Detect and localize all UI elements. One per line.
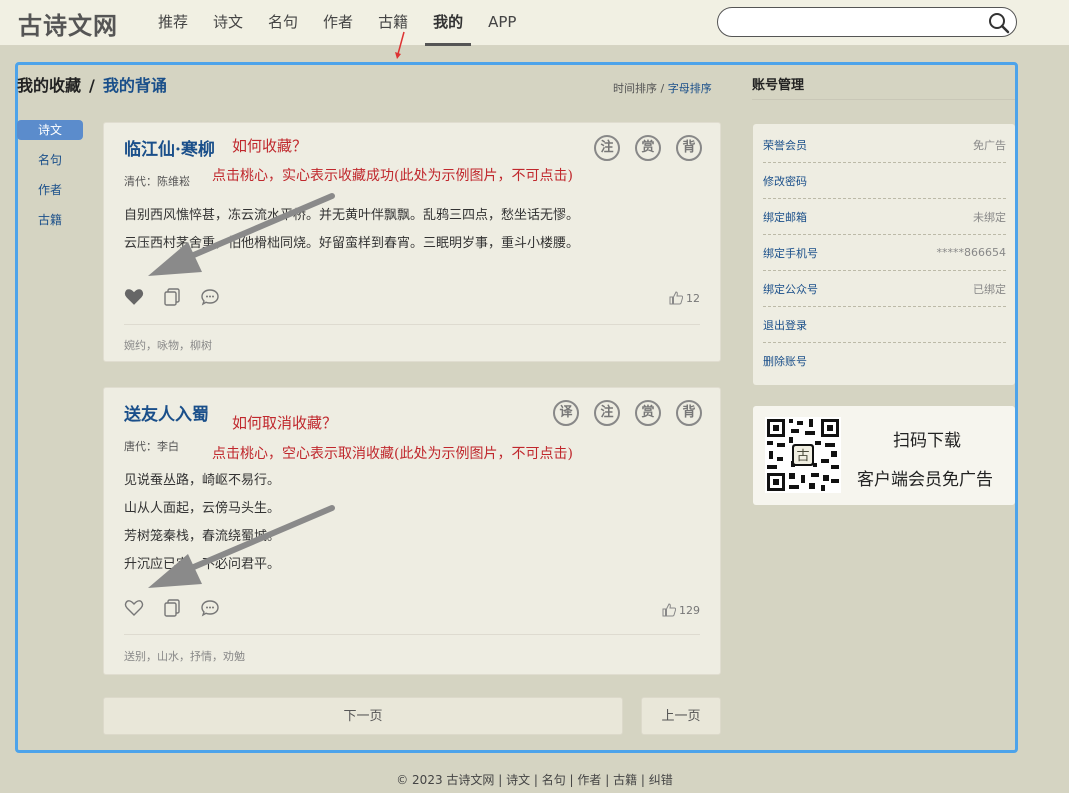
sort-by-time[interactable]: 时间排序 — [613, 82, 657, 95]
search-input[interactable] — [717, 7, 1017, 37]
annotation-badge[interactable]: 注 — [594, 135, 620, 161]
card-divider — [124, 634, 700, 635]
sort-options: 时间排序 / 字母排序 — [613, 80, 712, 96]
sort-separator: / — [660, 82, 665, 95]
appreciation-badge[interactable]: 赏 — [635, 135, 661, 161]
poem-title[interactable]: 送友人入蜀 — [124, 400, 209, 425]
prev-page-button[interactable]: 上一页 — [641, 697, 721, 735]
thumbs-up-icon — [669, 291, 683, 305]
poem-tags[interactable]: 婉约，咏物，柳树 — [124, 337, 212, 353]
poem-badges: 注 赏 背 — [579, 135, 702, 161]
qr-center-char: 古 — [796, 449, 809, 464]
card-divider — [124, 324, 700, 325]
account-row-label: 绑定公众号 — [763, 282, 818, 296]
search-icon[interactable] — [988, 12, 1010, 34]
account-row-delete-account[interactable]: 删除账号 — [763, 343, 1006, 379]
poem-line: 山从人面起，云傍马头生。 — [124, 501, 281, 516]
annotation-title: 如何取消收藏？ — [232, 414, 338, 432]
heart-outline-icon[interactable] — [124, 598, 144, 618]
comment-icon[interactable] — [200, 287, 220, 307]
poem-card: 临江仙·寒柳 如何收藏？ 清代：陈维崧 点击桃心，实心表示收藏成功(此处为示例图… — [103, 122, 721, 362]
red-pointer-mark — [395, 31, 405, 59]
annotation-badge[interactable]: 注 — [594, 400, 620, 426]
poem-line: 云压西村茅舍重，怕他榾柮同烧。好留蛮样到春宵。三眠明岁事，重斗小楼腰。 — [124, 236, 580, 251]
poem-title[interactable]: 临江仙·寒柳 — [124, 135, 215, 160]
poem-card: 送友人入蜀 如何取消收藏？ 唐代：李白 点击桃心，空心表示取消收藏(此处为示例图… — [103, 387, 721, 675]
recite-badge[interactable]: 背 — [676, 400, 702, 426]
account-panel: 荣誉会员 免广告 修改密码 绑定邮箱 未绑定 绑定手机号 *****866654… — [753, 124, 1015, 385]
nav-item-poems[interactable]: 诗文 — [205, 0, 251, 46]
poem-tools — [124, 287, 238, 307]
account-row-value: 已绑定 — [973, 282, 1006, 296]
breadcrumb-separator: / — [89, 76, 95, 95]
leftnav-item-quotes[interactable]: 名句 — [17, 150, 83, 170]
qr-member-label: 客户端会员免广告 — [857, 470, 993, 490]
main-nav: 推荐 诗文 名句 作者 古籍 我的 APP — [150, 0, 533, 46]
breadcrumb-link-recite[interactable]: 我的背诵 — [103, 76, 167, 95]
account-section-title: 账号管理 — [752, 78, 805, 93]
nav-item-authors[interactable]: 作者 — [315, 0, 361, 46]
account-row-change-password[interactable]: 修改密码 — [763, 163, 1006, 199]
next-page-button[interactable]: 下一页 — [103, 697, 623, 735]
page-footer: © 2023 古诗文网 | 诗文 | 名句 | 作者 | 古籍 | 纠错 — [396, 773, 673, 787]
like-count[interactable]: 129 — [662, 603, 700, 617]
account-row-logout[interactable]: 退出登录 — [763, 307, 1006, 343]
appreciation-badge[interactable]: 赏 — [635, 400, 661, 426]
account-row-value: 免广告 — [973, 138, 1006, 152]
poem-line: 自别西风憔悴甚，冻云流水平桥。并无黄叶伴飘飘。乱鸦三四点，愁坐话无憀。 — [124, 208, 580, 223]
account-title-divider — [752, 99, 1015, 100]
breadcrumb: 我的收藏 / 我的背诵 — [17, 72, 167, 96]
like-count-value: 129 — [679, 603, 700, 617]
account-row-label: 绑定手机号 — [763, 246, 818, 260]
account-row-label: 退出登录 — [763, 318, 807, 332]
account-row-honor-member[interactable]: 荣誉会员 免广告 — [763, 127, 1006, 163]
left-category-nav: 诗文 名句 作者 古籍 — [17, 120, 83, 240]
nav-item-recommend[interactable]: 推荐 — [150, 0, 196, 46]
thumbs-up-icon — [662, 603, 676, 617]
recite-badge[interactable]: 背 — [676, 135, 702, 161]
account-row-label: 删除账号 — [763, 355, 807, 368]
poem-badges: 译 注 赏 背 — [538, 400, 702, 426]
annotation-title: 如何收藏？ — [232, 137, 308, 155]
leftnav-item-poems[interactable]: 诗文 — [17, 120, 83, 140]
poem-line: 芳树笼秦栈，春流绕蜀城。 — [124, 529, 281, 544]
account-row-label: 绑定邮箱 — [763, 210, 807, 224]
nav-item-mine[interactable]: 我的 — [425, 0, 472, 46]
site-logo[interactable]: 古诗文网 — [18, 6, 118, 41]
account-row-bind-wechat[interactable]: 绑定公众号 已绑定 — [763, 271, 1006, 307]
poem-line: 见说蚕丛路，崎岖不易行。 — [124, 473, 281, 488]
translation-badge[interactable]: 译 — [553, 400, 579, 426]
poem-content: 自别西风憔悴甚，冻云流水平桥。并无黄叶伴飘飘。乱鸦三四点，愁坐话无憀。 云压西村… — [124, 202, 579, 258]
poem-content: 见说蚕丛路，崎岖不易行。 山从人面起，云傍马头生。 芳树笼秦栈，春流绕蜀城。 升… — [124, 467, 280, 579]
qr-download-label: 扫码下载 — [893, 431, 961, 451]
account-row-label: 修改密码 — [763, 174, 807, 188]
annotation-desc: 点击桃心，空心表示取消收藏(此处为示例图片，不可点击) — [212, 446, 573, 462]
leftnav-item-authors[interactable]: 作者 — [17, 180, 83, 200]
annotation-desc: 点击桃心，实心表示收藏成功(此处为示例图片，不可点击) — [212, 168, 573, 184]
account-row-bind-phone[interactable]: 绑定手机号 *****866654 — [763, 235, 1006, 271]
app-download-panel: 古 扫码下载 客户端会员免广告 — [753, 406, 1015, 505]
account-row-value: *****866654 — [936, 246, 1007, 259]
nav-item-app[interactable]: APP — [480, 0, 524, 46]
like-count[interactable]: 12 — [669, 291, 700, 305]
like-count-value: 12 — [686, 291, 700, 305]
poem-line: 升沉应已定，不必问君平。 — [124, 557, 281, 572]
comment-icon[interactable] — [200, 598, 220, 618]
copy-icon[interactable] — [162, 598, 182, 618]
nav-item-quotes[interactable]: 名句 — [260, 0, 306, 46]
leftnav-item-classics[interactable]: 古籍 — [17, 210, 83, 230]
qr-code-icon[interactable]: 古 — [765, 417, 841, 493]
top-nav-bar: 古诗文网 推荐 诗文 名句 作者 古籍 我的 APP — [0, 0, 1069, 46]
poem-tools — [124, 598, 238, 618]
account-row-label: 荣誉会员 — [763, 138, 807, 152]
sort-by-alpha[interactable]: 字母排序 — [668, 82, 712, 95]
account-row-value: 未绑定 — [973, 210, 1006, 224]
heart-filled-icon[interactable] — [124, 287, 144, 307]
poem-author[interactable]: 清代：陈维崧 — [124, 173, 190, 189]
poem-author[interactable]: 唐代：李白 — [124, 438, 179, 454]
copy-icon[interactable] — [162, 287, 182, 307]
breadcrumb-current: 我的收藏 — [17, 76, 82, 95]
poem-tags[interactable]: 送别，山水，抒情，劝勉 — [124, 648, 245, 664]
account-row-bind-email[interactable]: 绑定邮箱 未绑定 — [763, 199, 1006, 235]
